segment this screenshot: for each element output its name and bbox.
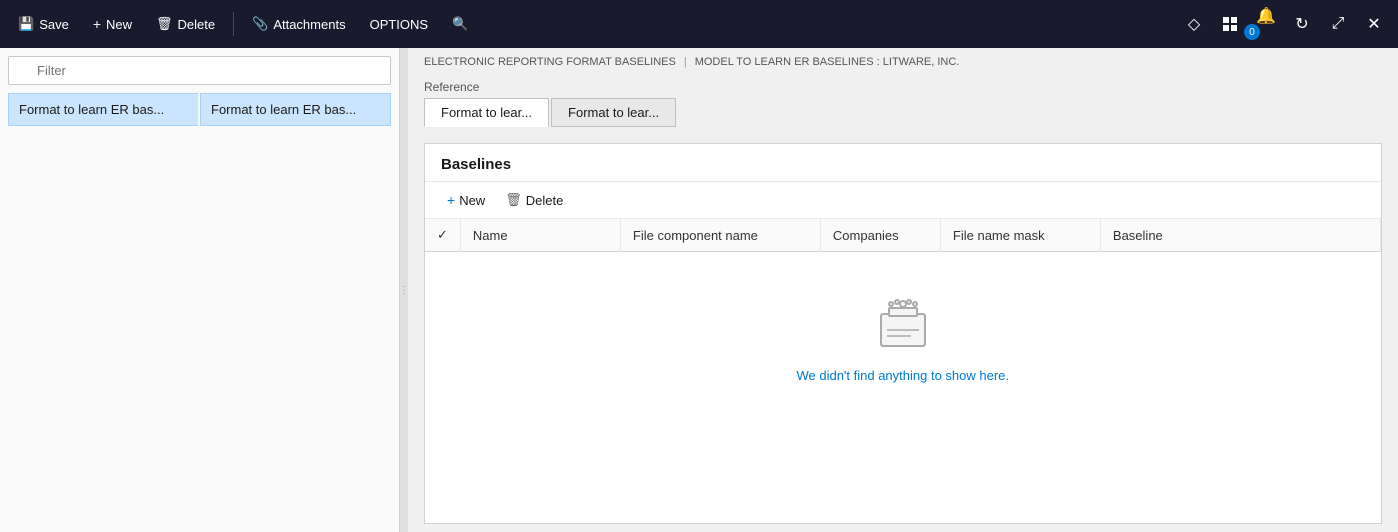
plus-icon: + [93,16,101,32]
filter-container: 🔍 [8,56,391,85]
office-icon-btn [1214,8,1246,40]
col-companies: Companies [820,219,940,252]
search-button[interactable]: 🔍 [442,10,478,38]
main-layout: 🔍 Format to learn ER bas... Format to le… [0,48,1398,532]
baselines-delete-button[interactable]: 🗑 Delete [499,188,569,212]
delete-icon: 🗑 [156,16,173,32]
breadcrumb-part2: MODEL TO LEARN ER BASELINES : LITWARE, I… [695,56,960,68]
data-table: ✓ Name File component name Companies Fil… [425,219,1381,423]
table-header-row: ✓ Name File component name Companies Fil… [425,219,1381,252]
list-item[interactable]: Format to learn ER bas... Format to lear… [8,93,391,126]
refresh-icon-btn[interactable]: ↻ [1286,8,1318,40]
search-icon: 🔍 [452,16,468,32]
filter-input[interactable] [8,56,391,85]
empty-state-text: We didn't find anything to show here. [796,368,1009,383]
reference-section: Reference Format to lear... Format to le… [408,76,1398,135]
diamond-icon-btn: ◇ [1178,8,1210,40]
breadcrumb-separator: | [684,56,687,68]
paperclip-icon: 📎 [252,16,268,32]
reference-label: Reference [424,80,1382,94]
col-file-component-name: File component name [620,219,820,252]
notification-badge: 0 [1244,24,1260,40]
col-check: ✓ [425,219,460,252]
col-file-name-mask: File name mask [940,219,1100,252]
empty-state: We didn't find anything to show here. [425,252,1381,423]
ref-tab-0[interactable]: Format to lear... [424,98,549,127]
delete-button[interactable]: 🗑 Delete [146,10,225,38]
save-button[interactable]: 💾 Save [8,10,79,38]
list-item-col2[interactable]: Format to learn ER bas... [200,93,391,126]
title-bar: 💾 Save + New 🗑 Delete 📎 Attachments OPTI… [0,0,1398,48]
new-button[interactable]: + New [83,10,142,38]
empty-state-row: We didn't find anything to show here. [425,252,1381,424]
resize-handle[interactable]: ⋮ [400,48,408,532]
content-area: Baselines + New 🗑 Delete [408,135,1398,532]
toolbar-divider [233,12,234,36]
ref-tab-1[interactable]: Format to lear... [551,98,676,127]
right-panel: ELECTRONIC REPORTING FORMAT BASELINES | … [408,48,1398,532]
list-item-col1[interactable]: Format to learn ER bas... [8,93,198,126]
popout-icon-btn[interactable]: ⤢ [1322,8,1354,40]
save-icon: 💾 [18,16,34,32]
options-button[interactable]: OPTIONS [360,11,439,38]
baselines-title: Baselines [425,144,1381,182]
trash-icon: 🗑 [505,192,522,208]
notification-container: 🔔 0 [1250,0,1282,48]
plus-icon: + [447,192,455,208]
list-items: Format to learn ER bas... Format to lear… [8,93,391,126]
close-button[interactable]: ✕ [1358,8,1390,40]
baselines-toolbar: + New 🗑 Delete [425,182,1381,219]
col-baseline: Baseline [1100,219,1380,252]
baselines-new-button[interactable]: + New [441,188,491,212]
breadcrumb-part1: ELECTRONIC REPORTING FORMAT BASELINES [424,56,676,68]
reference-tabs: Format to lear... Format to lear... [424,98,1382,127]
empty-state-icon [871,292,935,356]
attachments-button[interactable]: 📎 Attachments [242,10,355,38]
breadcrumb: ELECTRONIC REPORTING FORMAT BASELINES | … [408,48,1398,76]
baselines-table: ✓ Name File component name Companies Fil… [425,219,1381,523]
left-panel: 🔍 Format to learn ER bas... Format to le… [0,48,400,532]
col-name: Name [460,219,620,252]
baselines-card: Baselines + New 🗑 Delete [424,143,1382,524]
